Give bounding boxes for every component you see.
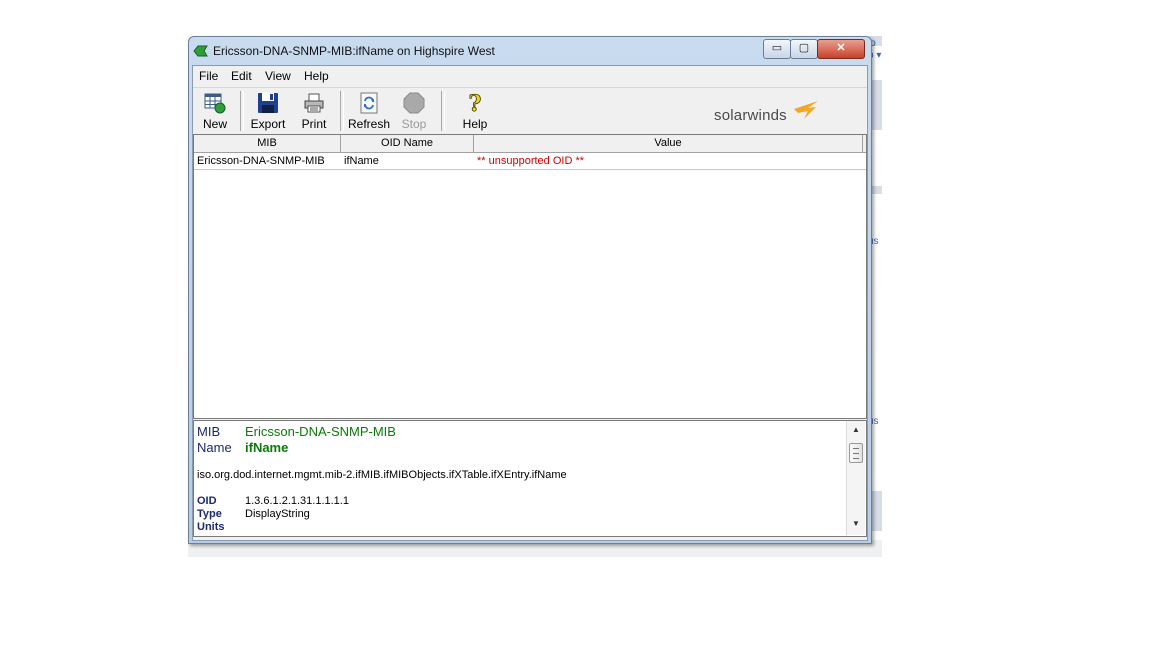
print-label: Print <box>301 117 327 131</box>
floppy-disk-icon <box>258 93 278 113</box>
oid-detail-pane[interactable]: MIB Ericsson-DNA-SNMP-MIB Name ifName is… <box>193 420 867 537</box>
new-table-icon <box>204 93 226 114</box>
logo-text: solarwinds <box>714 107 787 124</box>
refresh-icon <box>360 92 378 114</box>
question-mark-icon: ? <box>468 92 482 114</box>
scroll-down-arrow-icon[interactable]: ▼ <box>847 517 865 531</box>
detail-units-label: Units <box>197 521 225 533</box>
cell-value: ** unsupported OID ** <box>477 155 585 167</box>
table-row[interactable]: Ericsson-DNA-SNMP-MIB ifName ** unsuppor… <box>194 153 866 170</box>
column-header-oid-name[interactable]: OID Name <box>341 135 474 152</box>
help-label: Help <box>462 117 488 131</box>
scroll-thumb[interactable] <box>849 443 863 463</box>
scroll-up-arrow-icon[interactable]: ▲ <box>847 423 865 437</box>
menu-view[interactable]: View <box>265 69 291 83</box>
cell-oid-name: ifName <box>344 155 379 167</box>
toolbar: New Export Print Refresh Stop ? Help sol… <box>193 87 867 135</box>
stop-button[interactable]: Stop <box>396 90 432 132</box>
grid-header: MIB OID Name Value <box>194 135 866 153</box>
detail-scrollbar[interactable]: ▲ ▼ <box>846 421 865 535</box>
solarwinds-logo: solarwinds <box>714 97 824 127</box>
logo-flame-icon <box>794 101 818 119</box>
menu-edit[interactable]: Edit <box>231 69 252 83</box>
printer-icon <box>304 93 324 113</box>
column-header-mib[interactable]: MIB <box>194 135 341 152</box>
cell-mib: Ericsson-DNA-SNMP-MIB <box>197 155 325 167</box>
detail-oid-value: 1.3.6.1.2.1.31.1.1.1.1 <box>245 495 349 507</box>
refresh-button[interactable]: Refresh <box>346 90 392 132</box>
print-button[interactable]: Print <box>294 90 334 132</box>
toolbar-separator <box>441 91 445 131</box>
help-button[interactable]: ? Help <box>457 90 493 132</box>
menu-file[interactable]: File <box>199 69 218 83</box>
results-grid[interactable]: MIB OID Name Value Ericsson-DNA-SNMP-MIB… <box>193 134 867 419</box>
menu-help[interactable]: Help <box>304 69 329 83</box>
menu-bar: File Edit View Help <box>193 66 867 86</box>
toolbar-separator <box>240 91 244 131</box>
detail-type-value: DisplayString <box>245 508 310 520</box>
detail-mib-label: MIB <box>197 424 221 439</box>
new-button[interactable]: New <box>197 90 233 132</box>
title-bar[interactable]: Ericsson-DNA-SNMP-MIB:ifName on Highspir… <box>189 37 871 65</box>
detail-oid-path: iso.org.dod.internet.mgmt.mib-2.ifMIB.if… <box>197 469 567 481</box>
client-area: File Edit View Help New Export Print Ref… <box>192 65 868 541</box>
refresh-label: Refresh <box>347 117 391 131</box>
mib-browser-window: Ericsson-DNA-SNMP-MIB:ifName on Highspir… <box>188 36 872 544</box>
detail-name-value: ifName <box>245 440 289 455</box>
minimize-button[interactable]: ▭ <box>763 39 791 59</box>
new-label: New <box>202 117 227 131</box>
app-icon <box>193 45 208 57</box>
window-title: Ericsson-DNA-SNMP-MIB:ifName on Highspir… <box>213 44 495 58</box>
maximize-button[interactable]: ▢ <box>790 39 818 59</box>
stop-octagon-icon <box>403 92 425 114</box>
column-header-value[interactable]: Value <box>474 135 863 152</box>
export-button[interactable]: Export <box>246 90 290 132</box>
detail-type-label: Type <box>197 508 222 520</box>
detail-name-label: Name <box>197 440 232 455</box>
export-label: Export <box>250 117 286 131</box>
toolbar-separator <box>340 91 344 131</box>
close-button[interactable]: ✕ <box>817 39 865 59</box>
stop-label: Stop <box>401 117 427 131</box>
detail-mib-value: Ericsson-DNA-SNMP-MIB <box>245 424 396 439</box>
detail-oid-label: OID <box>197 495 217 507</box>
svg-text:?: ? <box>469 92 482 114</box>
